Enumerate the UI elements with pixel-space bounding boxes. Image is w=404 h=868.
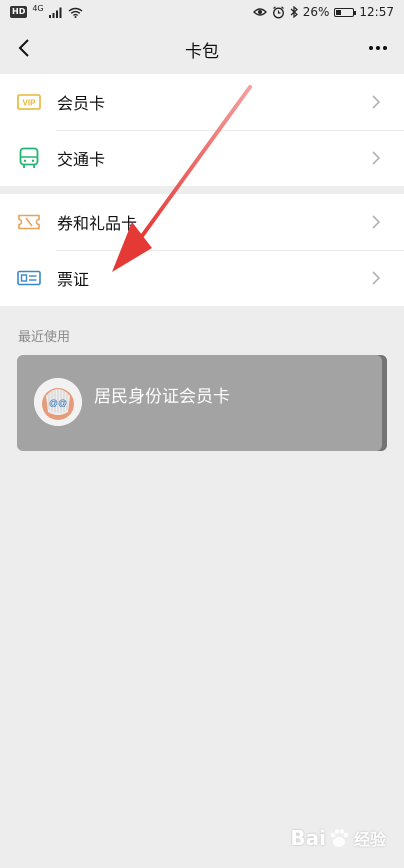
section-label-recent: 最近使用 xyxy=(18,330,71,345)
status-bar: HD 4G 26% 12:57 xyxy=(0,0,404,24)
paw-icon xyxy=(330,829,349,847)
list-item-label: 会员卡 xyxy=(57,94,106,113)
watermark-logo: Bai 经验 xyxy=(290,826,386,850)
network-label: 4G xyxy=(32,3,44,13)
list-item-tickets-ids[interactable]: 票证 xyxy=(0,250,404,306)
battery-percent: 26% xyxy=(302,5,330,19)
status-right: 26% 12:57 xyxy=(252,5,394,19)
list-item-label: 券和礼品卡 xyxy=(57,214,138,233)
chevron-right-icon xyxy=(368,150,384,166)
watermark-brand: Bai xyxy=(290,826,326,850)
recent-card[interactable]: @@ 居民身份证会员卡 xyxy=(17,355,387,451)
more-button[interactable] xyxy=(364,36,392,60)
eye-icon xyxy=(252,8,267,16)
coupon-icon xyxy=(17,210,41,234)
bluetooth-icon xyxy=(290,6,298,18)
watermark-sub: 经验 xyxy=(353,830,386,849)
status-left: HD 4G xyxy=(10,3,83,18)
hd-badge: HD xyxy=(10,6,28,18)
clock: 12:57 xyxy=(359,5,394,19)
card-title: 居民身份证会员卡 xyxy=(94,387,230,407)
list-item-membership-card[interactable]: VIP 会员卡 xyxy=(0,74,404,130)
svg-text:@@: @@ xyxy=(49,398,67,408)
chevron-right-icon xyxy=(368,270,384,286)
more-dot-icon xyxy=(376,46,380,50)
signal-icon xyxy=(48,7,62,18)
list-item-transit-card[interactable]: 交通卡 xyxy=(0,130,404,186)
chevron-right-icon xyxy=(368,214,384,230)
nav-bar: 卡包 xyxy=(0,24,404,74)
chevron-right-icon xyxy=(368,94,384,110)
vip-icon: VIP xyxy=(17,90,41,114)
card-category-group-2: 券和礼品卡 票证 xyxy=(0,194,404,306)
bus-icon xyxy=(17,146,41,170)
list-item-coupons-gift-cards[interactable]: 券和礼品卡 xyxy=(0,194,404,250)
svg-text:VIP: VIP xyxy=(23,99,37,108)
list-item-label: 票证 xyxy=(57,270,90,289)
back-button[interactable] xyxy=(12,36,36,60)
card-category-group-1: VIP 会员卡 交通卡 xyxy=(0,74,404,186)
id-card-icon xyxy=(17,266,41,290)
list-item-label: 交通卡 xyxy=(57,150,106,169)
more-dot-icon xyxy=(369,46,373,50)
avatar-icon: @@ xyxy=(34,378,82,426)
wifi-icon xyxy=(68,7,83,18)
alarm-icon xyxy=(272,5,284,18)
chevron-left-icon xyxy=(18,39,29,57)
page-title: 卡包 xyxy=(185,41,219,62)
battery-icon xyxy=(334,7,357,17)
more-dot-icon xyxy=(383,46,387,50)
